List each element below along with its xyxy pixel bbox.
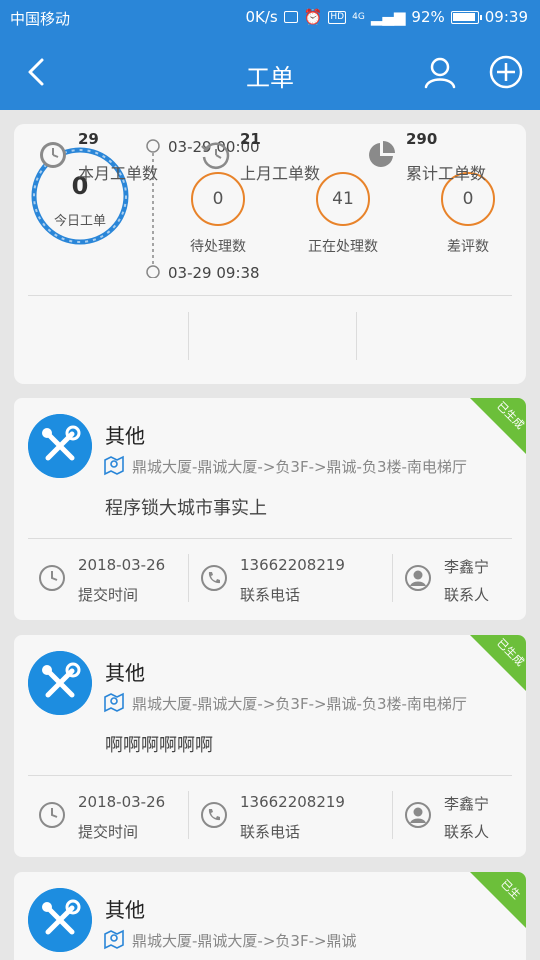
order-location: 鼎城大厦-鼎诚大厦->负3F->鼎诚-负3楼-南电梯厅 bbox=[132, 458, 467, 476]
stat-processing[interactable]: 41 正在处理数 bbox=[283, 172, 403, 256]
network-speed: 0K/s bbox=[245, 8, 278, 26]
stat-pending[interactable]: 0 待处理数 bbox=[158, 172, 278, 256]
hd-badge: HD bbox=[328, 10, 347, 24]
divider bbox=[28, 295, 512, 296]
total-label: 本月工单数 bbox=[78, 164, 159, 183]
total-label: 累计工单数 bbox=[406, 164, 487, 183]
order-card[interactable]: 已生 其他 鼎城大厦-鼎诚大厦->负3F->鼎诚 bbox=[14, 872, 526, 960]
tools-icon bbox=[28, 888, 92, 952]
stat-value: 41 bbox=[316, 172, 370, 226]
clock-icon bbox=[40, 142, 66, 168]
total-value: 29 bbox=[78, 130, 99, 148]
divider bbox=[188, 554, 189, 602]
total-label: 上月工单数 bbox=[240, 164, 321, 183]
clock-icon bbox=[39, 802, 65, 828]
pie-chart-icon bbox=[369, 141, 395, 167]
stat-label: 差评数 bbox=[447, 239, 489, 255]
divider bbox=[356, 312, 357, 360]
phone-icon bbox=[201, 565, 227, 591]
signal-icon: ▂▄▆ bbox=[370, 8, 406, 26]
order-type: 其他 bbox=[105, 898, 145, 922]
order-contact-label: 联系人 bbox=[444, 586, 490, 604]
order-date: 2018-03-26 bbox=[78, 793, 166, 811]
order-location: 鼎城大厦-鼎诚大厦->负3F->鼎诚 bbox=[132, 932, 357, 950]
order-date: 2018-03-26 bbox=[78, 556, 166, 574]
carrier-label: 中国移动 bbox=[10, 10, 71, 28]
stat-value: 0 bbox=[191, 172, 245, 226]
order-phone-number: 13662208219 bbox=[240, 556, 345, 574]
clock-icon bbox=[39, 565, 65, 591]
stat-bad-review[interactable]: 0 差评数 bbox=[408, 172, 528, 256]
order-description: 啊啊啊啊啊啊 bbox=[105, 735, 213, 756]
order-phone-label: 联系电话 bbox=[240, 586, 301, 604]
network-type: 4G bbox=[352, 12, 365, 22]
status-bar: 中国移动 0K/s ⏰ HD 4G ▂▄▆ 92% 09:39 bbox=[0, 0, 540, 34]
divider bbox=[28, 538, 512, 539]
divider bbox=[392, 791, 393, 839]
person-icon bbox=[405, 802, 431, 828]
status-icons: 0K/s ⏰ HD 4G ▂▄▆ 92% 09:39 bbox=[245, 8, 528, 26]
order-phone-number: 13662208219 bbox=[240, 793, 345, 811]
map-pin-icon bbox=[104, 929, 124, 950]
battery-icon bbox=[450, 10, 482, 24]
phone-icon bbox=[201, 802, 227, 828]
today-label: 今日工单 bbox=[53, 214, 106, 229]
order-type: 其他 bbox=[105, 424, 145, 448]
user-icon[interactable] bbox=[422, 54, 458, 90]
time-range-end: 03-29 09:38 bbox=[168, 264, 260, 282]
order-contact-name: 李鑫宁 bbox=[444, 795, 490, 813]
order-contact-name: 李鑫宁 bbox=[444, 558, 490, 576]
stat-label: 待处理数 bbox=[190, 239, 246, 255]
alarm-icon: ⏰ bbox=[303, 8, 323, 26]
order-description: 程序锁大城市事实上 bbox=[105, 498, 267, 519]
tools-icon bbox=[28, 651, 92, 715]
order-type: 其他 bbox=[105, 661, 145, 685]
order-card[interactable]: 已生成 其他 鼎城大厦-鼎诚大厦->负3F->鼎诚-负3楼-南电梯厅 程序锁大城… bbox=[14, 398, 526, 620]
clock-time: 09:39 bbox=[484, 8, 528, 26]
map-pin-icon bbox=[104, 692, 124, 713]
divider bbox=[28, 775, 512, 776]
status-corner-badge: 已生成 bbox=[470, 635, 526, 691]
order-date-label: 提交时间 bbox=[78, 823, 139, 841]
divider bbox=[188, 312, 189, 360]
stat-label: 正在处理数 bbox=[308, 239, 378, 255]
person-icon bbox=[405, 565, 431, 591]
total-value: 21 bbox=[240, 130, 261, 148]
order-location: 鼎城大厦-鼎诚大厦->负3F->鼎诚-负3楼-南电梯厅 bbox=[132, 695, 467, 713]
page-title: 工单 bbox=[246, 64, 294, 92]
tools-icon bbox=[28, 414, 92, 478]
map-pin-icon bbox=[104, 455, 124, 476]
app-bar: 工单 bbox=[0, 34, 540, 110]
order-phone-label: 联系电话 bbox=[240, 823, 301, 841]
battery-percent: 92% bbox=[411, 8, 445, 26]
divider bbox=[392, 554, 393, 602]
order-date-label: 提交时间 bbox=[78, 586, 139, 604]
status-corner-badge: 已生成 bbox=[470, 398, 526, 454]
vibrate-icon bbox=[283, 11, 298, 23]
history-icon bbox=[201, 142, 230, 169]
order-contact-label: 联系人 bbox=[444, 823, 490, 841]
total-value: 290 bbox=[406, 130, 438, 148]
add-icon[interactable] bbox=[488, 54, 524, 90]
status-corner-badge: 已生 bbox=[470, 872, 526, 928]
divider bbox=[188, 791, 189, 839]
summary-card: 0 今日工单 03-29 00:00 03-29 09:38 0 待处理数 41… bbox=[14, 124, 526, 384]
order-card[interactable]: 已生成 其他 鼎城大厦-鼎诚大厦->负3F->鼎诚-负3楼-南电梯厅 啊啊啊啊啊… bbox=[14, 635, 526, 857]
